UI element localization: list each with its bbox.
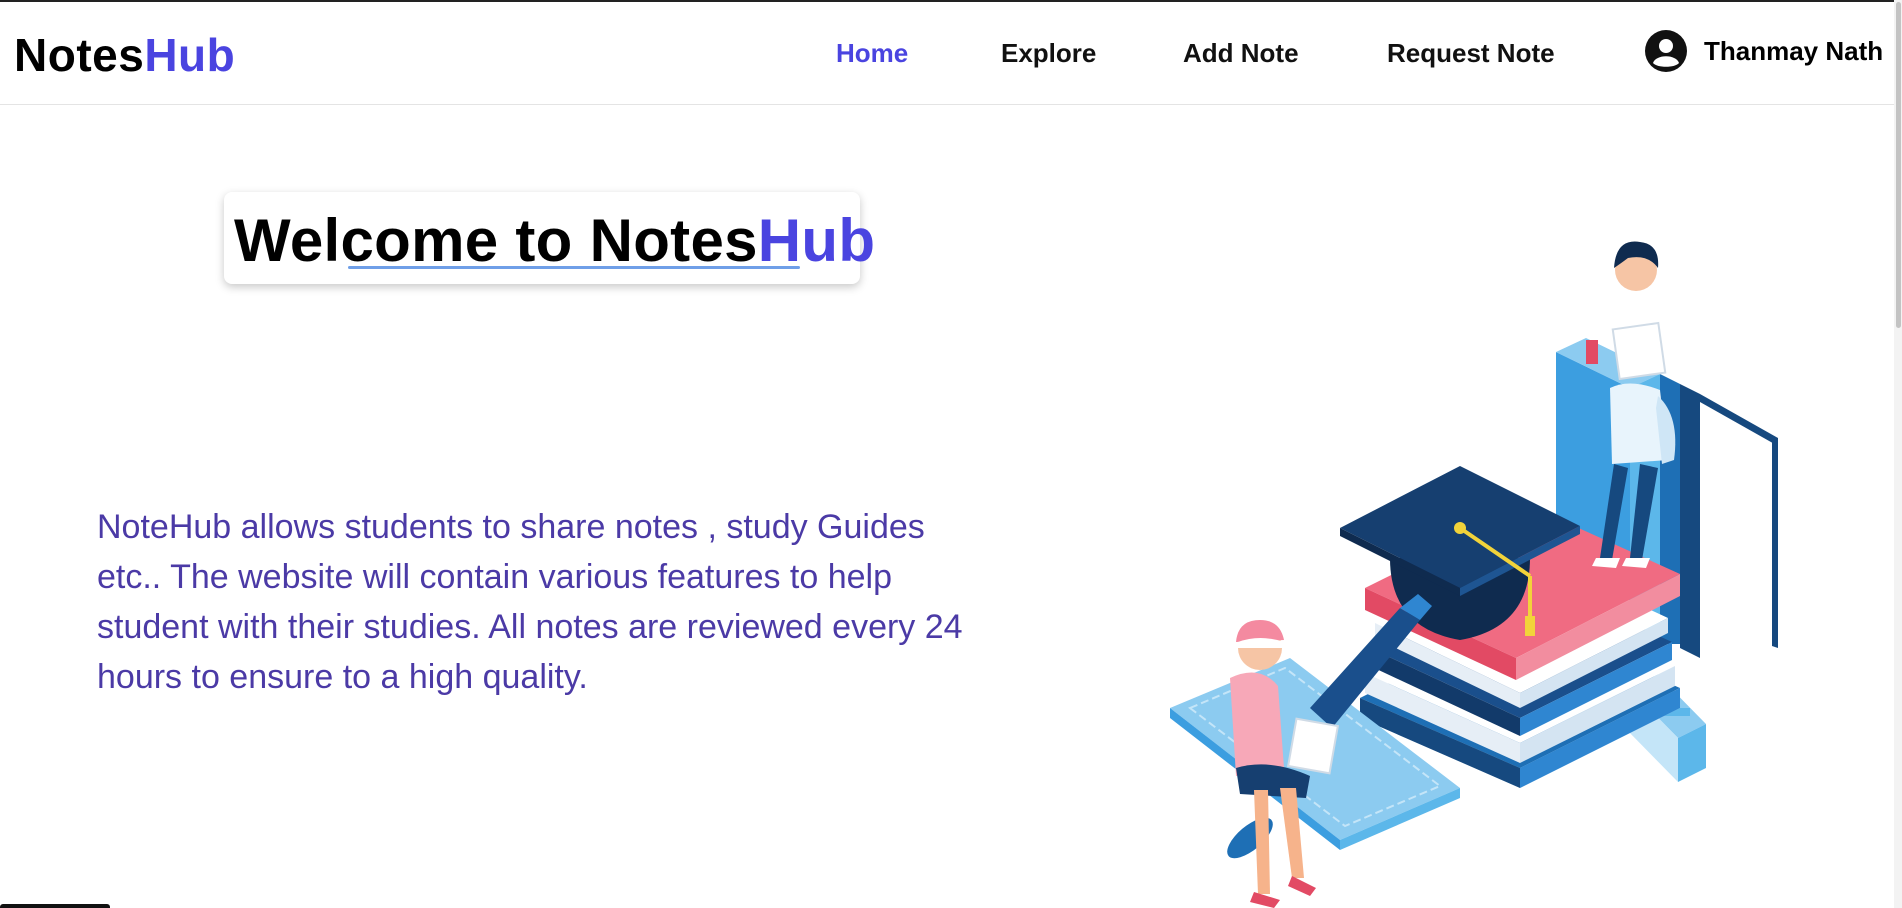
welcome-title: Welcome to NotesHub [234, 206, 875, 275]
nav-home-link[interactable]: Home [836, 38, 908, 69]
nav-request-note-link[interactable]: Request Note [1387, 38, 1555, 69]
brand-logo[interactable]: NotesHub [14, 28, 235, 82]
user-name: Thanmay Nath [1704, 35, 1884, 66]
welcome-title-part1: Welcome to Notes [234, 207, 758, 274]
top-navbar: NotesHub Home Explore Add Note Request N… [0, 2, 1902, 105]
tall-book-back-edge [1772, 438, 1778, 648]
tall-book-spine [1680, 384, 1700, 658]
user-profile-menu[interactable]: Thanmay Nath [1644, 28, 1883, 74]
welcome-title-part2: Hub [757, 207, 876, 274]
hero-illustration [1170, 241, 1778, 908]
nav-add-note-link[interactable]: Add Note [1183, 38, 1299, 69]
hero-description: NoteHub allows students to share notes ,… [97, 508, 963, 696]
bottom-corner-tab [0, 904, 110, 908]
tall-book-top-edge [1700, 394, 1778, 446]
welcome-underline [348, 266, 800, 269]
brand-name-part2: Hub [144, 29, 236, 81]
page-scrollbar-thumb[interactable] [1896, 2, 1901, 328]
brand-name-part1: Notes [14, 29, 145, 81]
welcome-card: Welcome to NotesHub [224, 192, 875, 284]
nav-explore-link[interactable]: Explore [1001, 38, 1096, 69]
user-circle-icon [1645, 30, 1687, 72]
